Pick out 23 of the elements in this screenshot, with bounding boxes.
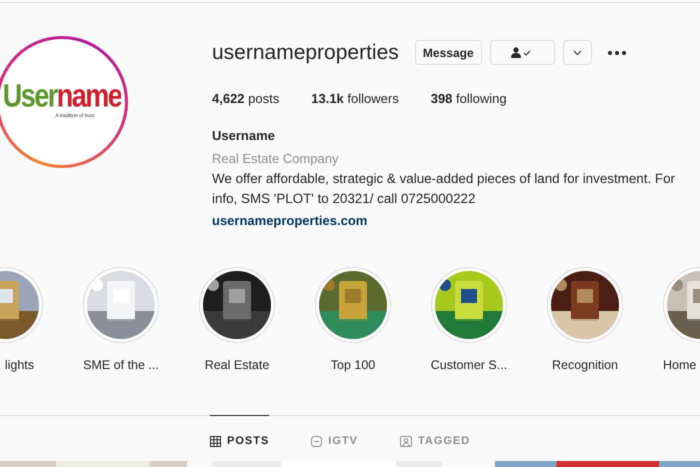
person-check-icon bbox=[511, 47, 534, 58]
profile-name: Username bbox=[212, 127, 276, 145]
highlight-label: Customer S... bbox=[430, 357, 508, 374]
profile-username: usernameproperties bbox=[212, 40, 399, 66]
more-icon[interactable] bbox=[608, 50, 626, 55]
highlight-label: lights bbox=[4, 357, 35, 374]
profile-stat[interactable]: 13.1k followers bbox=[311, 88, 399, 108]
profile-stat[interactable]: 4,622 posts bbox=[212, 88, 280, 108]
highlight-label: Top 100 bbox=[330, 357, 376, 374]
following-button[interactable] bbox=[490, 40, 555, 66]
highlight-label: Recognition bbox=[550, 357, 619, 374]
tv-icon bbox=[311, 436, 322, 446]
website-link[interactable]: usernameproperties.com bbox=[212, 213, 368, 228]
message-button[interactable]: Message bbox=[414, 40, 482, 66]
highlight-label: SME of the ... bbox=[82, 357, 160, 374]
profile-bio: We offer affordable, strategic & value-added pieces of land for investment. For info, SMS 'PLOT' to 20321/ call 0725000222 bbox=[212, 170, 676, 208]
highlight-label: Real Estate bbox=[204, 357, 270, 374]
profile-stat[interactable]: 398 following bbox=[430, 88, 507, 108]
profile-category: Real Estate Company bbox=[212, 150, 340, 168]
grid-icon bbox=[210, 436, 221, 446]
person-tag-icon bbox=[400, 436, 412, 446]
chevron-icon bbox=[572, 50, 582, 56]
highlight-label: Home bbox=[662, 357, 698, 374]
